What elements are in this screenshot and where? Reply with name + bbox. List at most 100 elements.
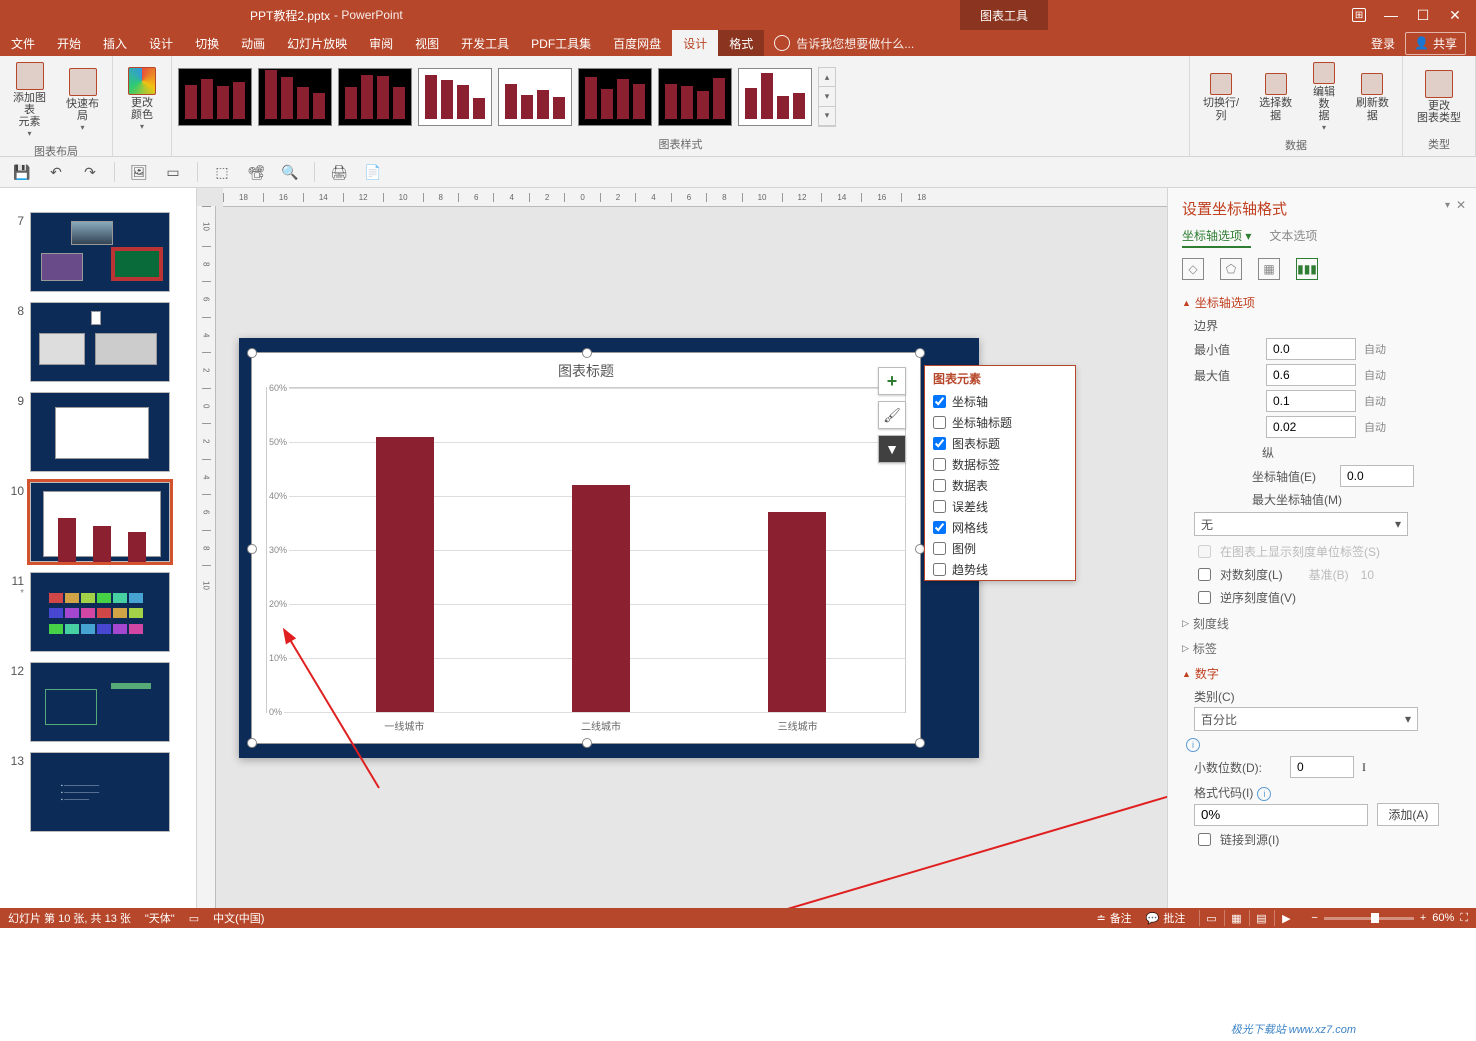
log-scale-checkbox[interactable] [1198, 568, 1211, 581]
slide-thumb-7[interactable] [30, 212, 170, 292]
change-colors-button[interactable]: 更改 颜色▾ [124, 65, 160, 134]
sorter-view-button[interactable]: ▦ [1224, 910, 1247, 926]
change-chart-type-button[interactable]: 更改 图表类型 [1413, 68, 1465, 126]
flyout-item-3[interactable]: 数据标签 [925, 454, 1075, 475]
quick-layout-button[interactable]: 快速布局▾ [59, 66, 106, 135]
bar-1[interactable] [572, 485, 630, 712]
menu-tab-5[interactable]: 动画 [230, 30, 276, 56]
chart-filters-button[interactable]: ▼ [878, 435, 906, 463]
flyout-checkbox-7[interactable] [933, 542, 946, 555]
menu-tab-8[interactable]: 视图 [404, 30, 450, 56]
login-link[interactable]: 登录 [1371, 35, 1395, 52]
minor-unit-input[interactable] [1266, 416, 1356, 438]
slide-canvas[interactable]: 图表标题 0%10%20%30%40%50%60% 一线城市二线城市三线城市 +… [239, 338, 979, 758]
language-status[interactable]: 中文(中国) [213, 910, 264, 926]
spell-check-icon[interactable]: ▭ [189, 912, 199, 925]
min-input[interactable] [1266, 338, 1356, 360]
menu-tab-9[interactable]: 开发工具 [450, 30, 520, 56]
menu-tab-13[interactable]: 格式 [718, 30, 764, 56]
pane-icon-size[interactable]: ▦ [1258, 258, 1280, 280]
menu-tab-0[interactable]: 文件 [0, 30, 46, 56]
chart-style-7[interactable] [658, 68, 732, 126]
zoom-slider[interactable] [1324, 917, 1414, 920]
reverse-order-checkbox[interactable] [1198, 591, 1211, 604]
flyout-checkbox-1[interactable] [933, 416, 946, 429]
menu-tab-2[interactable]: 插入 [92, 30, 138, 56]
chart-style-5[interactable] [498, 68, 572, 126]
comments-button[interactable]: 💬 批注 [1146, 910, 1186, 926]
number-category-select[interactable]: 百分比▾ [1194, 707, 1418, 731]
qat-tool-3[interactable]: ⬚ [212, 162, 232, 182]
bar-0[interactable] [376, 437, 434, 712]
pane-options-icon[interactable]: ▾ [1445, 200, 1450, 211]
plot-area[interactable]: 0%10%20%30%40%50%60% [266, 387, 906, 713]
format-info-icon[interactable]: i [1257, 787, 1271, 801]
chart-styles-button[interactable]: 🖌 [878, 401, 906, 429]
ribbon-display-options-button[interactable]: ⊞ [1352, 8, 1366, 22]
flyout-checkbox-3[interactable] [933, 458, 946, 471]
zoom-level[interactable]: 60% [1432, 912, 1454, 924]
tellme-text[interactable]: 告诉我您想要做什么... [796, 35, 914, 52]
chart-title[interactable]: 图表标题 [252, 353, 920, 389]
close-button[interactable]: ✕ [1448, 8, 1462, 22]
menu-tab-12[interactable]: 设计 [672, 30, 718, 56]
menu-tab-11[interactable]: 百度网盘 [602, 30, 672, 56]
chart-style-3[interactable] [338, 68, 412, 126]
flyout-item-2[interactable]: 图表标题 [925, 433, 1075, 454]
menu-tab-6[interactable]: 幻灯片放映 [276, 30, 358, 56]
flyout-item-6[interactable]: 网格线 [925, 517, 1075, 538]
share-button[interactable]: 👤共享 [1405, 32, 1466, 55]
section-number[interactable]: ▲数字 [1182, 665, 1462, 682]
axis-value-input[interactable] [1340, 465, 1414, 487]
major-unit-input[interactable] [1266, 390, 1356, 412]
flyout-checkbox-5[interactable] [933, 500, 946, 513]
chart-elements-button[interactable]: + [878, 367, 906, 395]
flyout-checkbox-6[interactable] [933, 521, 946, 534]
category-info-icon[interactable]: i [1186, 738, 1200, 752]
chart-style-1[interactable] [178, 68, 252, 126]
reading-view-button[interactable]: ▤ [1249, 910, 1272, 926]
minimize-button[interactable]: — [1384, 8, 1398, 22]
flyout-item-7[interactable]: 图例 [925, 538, 1075, 559]
flyout-checkbox-0[interactable] [933, 395, 946, 408]
select-data-button[interactable]: 选择数据 [1252, 71, 1299, 123]
switch-row-col-button[interactable]: 切换行/列 [1196, 71, 1246, 123]
max-input[interactable] [1266, 364, 1356, 386]
menu-tab-1[interactable]: 开始 [46, 30, 92, 56]
chart-object[interactable]: 图表标题 0%10%20%30%40%50%60% 一线城市二线城市三线城市 +… [251, 352, 921, 744]
fit-to-window-button[interactable]: ⛶ [1460, 912, 1468, 925]
save-button[interactable]: 💾 [12, 162, 32, 182]
qat-tool-4[interactable]: 📽 [246, 162, 266, 182]
zoom-out-button[interactable]: − [1311, 912, 1317, 924]
maximize-button[interactable]: ☐ [1416, 8, 1430, 22]
redo-button[interactable]: ↷ [80, 162, 100, 182]
decimals-input[interactable] [1290, 756, 1354, 778]
style-gallery-scroll[interactable]: ▴▾▾ [818, 67, 836, 127]
pane-tab-text-options[interactable]: 文本选项 [1269, 227, 1317, 248]
pane-icon-fill[interactable]: ◇ [1182, 258, 1204, 280]
pane-icon-effects[interactable]: ⬠ [1220, 258, 1242, 280]
flyout-checkbox-4[interactable] [933, 479, 946, 492]
pane-tab-axis-options[interactable]: 坐标轴选项 ▾ [1182, 227, 1251, 248]
flyout-checkbox-8[interactable] [933, 563, 946, 576]
section-ticks[interactable]: ▷刻度线 [1182, 615, 1462, 632]
qat-tool-1[interactable]: 🖼 [129, 162, 149, 182]
flyout-item-1[interactable]: 坐标轴标题 [925, 412, 1075, 433]
zoom-in-button[interactable]: + [1420, 912, 1426, 924]
edit-data-button[interactable]: 编辑数 据▾ [1305, 60, 1342, 135]
chart-style-8[interactable] [738, 68, 812, 126]
flyout-item-5[interactable]: 误差线 [925, 496, 1075, 517]
qat-tool-2[interactable]: ▭ [163, 162, 183, 182]
chart-style-4[interactable] [418, 68, 492, 126]
chart-style-6[interactable] [578, 68, 652, 126]
menu-tab-3[interactable]: 设计 [138, 30, 184, 56]
slide-thumb-12[interactable] [30, 662, 170, 742]
pane-close-button[interactable]: ✕ [1456, 198, 1466, 212]
format-code-input[interactable] [1194, 804, 1368, 826]
chart-style-gallery[interactable] [178, 68, 812, 126]
qat-tool-7[interactable]: 📄 [363, 162, 383, 182]
display-units-select[interactable]: 无▾ [1194, 512, 1408, 536]
section-labels[interactable]: ▷标签 [1182, 640, 1462, 657]
undo-button[interactable]: ↶ [46, 162, 66, 182]
slide-thumb-9[interactable] [30, 392, 170, 472]
